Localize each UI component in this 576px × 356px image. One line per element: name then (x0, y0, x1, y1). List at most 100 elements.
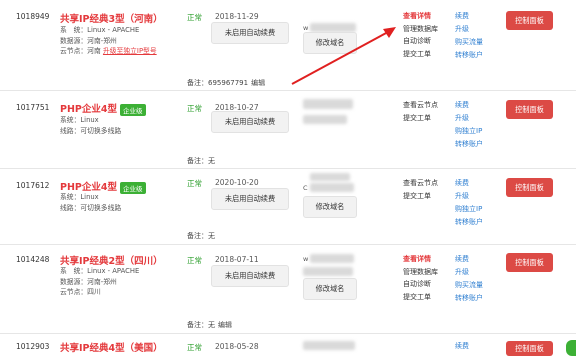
row-id: 1017751 (16, 103, 50, 112)
control-panel-button[interactable]: 控制面板 (506, 11, 553, 30)
expire-date: 2018-11-29 (215, 12, 259, 21)
submit-ticket-link[interactable]: 提交工单 (403, 190, 438, 203)
table-row: 1017751 PHP企业4型 企业级 系统：Linux 线路：可切换多线路 正常… (0, 91, 576, 169)
links-column: 续费 升级 购独立IP 转移账户 (455, 177, 483, 229)
transfer-account-link[interactable]: 转移账户 (455, 49, 483, 62)
links-column: 续费 升级 购买流量 转移账户 (455, 10, 483, 62)
row-id: 1014248 (16, 255, 50, 264)
transfer-account-link[interactable]: 转移账户 (455, 138, 483, 151)
buy-traffic-link[interactable]: 购买流量 (455, 279, 483, 292)
table-row: 1012903 共享IP经典4型（美国） 正常 2018-05-28 续费 控制… (0, 334, 576, 356)
product-info: 系统：Linux 线路：可切换多线路 (60, 115, 121, 136)
note: 备注：无 (187, 232, 215, 240)
manage-db-link[interactable]: 管理数据库 (403, 266, 438, 279)
auto-renew-button[interactable]: 未启用自动续费 (211, 111, 289, 133)
renew-link[interactable]: 续费 (455, 253, 483, 266)
auto-diagnose-link[interactable]: 自动诊断 (403, 278, 438, 291)
status-badge: 正常 (187, 179, 202, 188)
note: 备注：无 (187, 157, 215, 165)
links-column: 续费 升级 购买流量 转移账户 (455, 253, 483, 305)
ops-column: 查看云节点 提交工单 (403, 177, 438, 202)
submit-ticket-link[interactable]: 提交工单 (403, 112, 438, 125)
status-badge: 正常 (187, 104, 202, 113)
view-details-link[interactable]: 查看详情 (403, 253, 438, 266)
auto-renew-button[interactable]: 未启用自动续费 (211, 22, 289, 44)
modify-domain-button[interactable]: 修改域名 (303, 278, 357, 300)
note-value: 无 (208, 157, 215, 165)
ops-column: 查看详情 管理数据库 自动诊断 提交工单 (403, 253, 438, 303)
view-details-link[interactable]: 查看详情 (403, 10, 438, 23)
enterprise-badge: 企业级 (120, 181, 146, 194)
ops-column: 查看云节点 提交工单 (403, 99, 438, 124)
redacted-domain (303, 267, 353, 276)
note-value: 695967791 (208, 79, 249, 87)
renew-link[interactable]: 续费 (455, 177, 483, 190)
view-node-link[interactable]: 查看云节点 (403, 177, 438, 190)
upgrade-link[interactable]: 升级 (455, 23, 483, 36)
product-name[interactable]: 共享IP经典3型（河南） (60, 11, 163, 25)
product-name[interactable]: PHP企业4型 企业级 (60, 101, 146, 116)
product-info: 系 统：Linux - APACHE 数据源：河南-郑州 云节点：河南 升级至独… (60, 25, 157, 57)
control-panel-button[interactable]: 控制面板 (506, 341, 553, 356)
redacted-domain (310, 254, 354, 263)
product-info: 系 统：Linux - APACHE 数据源：河南-郑州 云节点：四川 (60, 266, 139, 298)
manage-db-link[interactable]: 管理数据库 (403, 23, 438, 36)
auto-diagnose-link[interactable]: 自动诊断 (403, 35, 438, 48)
submit-ticket-link[interactable]: 提交工单 (403, 48, 438, 61)
submit-ticket-link[interactable]: 提交工单 (403, 291, 438, 304)
upgrade-link[interactable]: 升级 (455, 266, 483, 279)
auto-renew-button[interactable]: 未启用自动续费 (211, 265, 289, 287)
domain-prefix: w (303, 24, 309, 32)
table-row: 1017612 PHP企业4型 企业级 系统：Linux 线路：可切换多线路 正常… (0, 169, 576, 245)
note-edit-link[interactable]: 编辑 (218, 321, 232, 329)
row-id: 1017612 (16, 181, 50, 190)
auto-renew-button[interactable]: 未启用自动续费 (211, 188, 289, 210)
note-edit-link[interactable]: 编辑 (251, 79, 265, 87)
node-info: 云节点：河南 升级至独立IP型号 (60, 47, 157, 55)
renew-link[interactable]: 续费 (455, 99, 483, 112)
control-panel-button[interactable]: 控制面板 (506, 253, 553, 272)
product-info: 系统：Linux 线路：可切换多线路 (60, 192, 121, 213)
transfer-account-link[interactable]: 转移账户 (455, 292, 483, 305)
floating-help-tab[interactable] (566, 340, 576, 356)
upgrade-ip-link[interactable]: 升级至独立IP型号 (103, 47, 157, 55)
redacted-domain (303, 341, 355, 350)
modify-domain-button[interactable]: 修改域名 (303, 32, 357, 54)
status-badge: 正常 (187, 343, 202, 352)
enterprise-badge: 企业级 (120, 103, 146, 116)
redacted-domain (310, 183, 354, 192)
datasource-info: 数据源：河南-郑州 (60, 277, 117, 286)
expire-date: 2020-10-20 (215, 178, 259, 187)
system-info: 系统：Linux (60, 193, 99, 201)
product-name[interactable]: 共享IP经典2型（四川） (60, 253, 163, 267)
buy-traffic-link[interactable]: 购买流量 (455, 36, 483, 49)
modify-domain-button[interactable]: 修改域名 (303, 196, 357, 218)
system-info: 系 统：Linux - APACHE (60, 26, 140, 34)
control-panel-button[interactable]: 控制面板 (506, 100, 553, 119)
product-name[interactable]: 共享IP经典4型（美国） (60, 340, 163, 354)
redacted-domain (303, 99, 353, 109)
upgrade-link[interactable]: 升级 (455, 112, 483, 125)
redacted-domain (310, 23, 356, 32)
line-info: 线路：可切换多线路 (60, 203, 122, 212)
control-panel-button[interactable]: 控制面板 (506, 178, 553, 197)
node-info: 云节点：四川 (60, 288, 101, 296)
renew-link[interactable]: 续费 (455, 340, 469, 353)
links-column: 续费 升级 购独立IP 转移账户 (455, 99, 483, 151)
datasource-info: 数据源：河南-郑州 (60, 36, 117, 45)
renew-link[interactable]: 续费 (455, 10, 483, 23)
view-node-link[interactable]: 查看云节点 (403, 99, 438, 112)
buy-ip-link[interactable]: 购独立IP (455, 125, 483, 138)
transfer-account-link[interactable]: 转移账户 (455, 216, 483, 229)
expire-date: 2018-07-11 (215, 255, 259, 264)
system-info: 系 统：Linux - APACHE (60, 267, 140, 275)
buy-ip-link[interactable]: 购独立IP (455, 203, 483, 216)
note-value: 无 (208, 321, 215, 329)
note: 备注：无 编辑 (187, 321, 232, 329)
upgrade-link[interactable]: 升级 (455, 190, 483, 203)
redacted-domain (303, 115, 347, 124)
ops-column: 查看详情 管理数据库 自动诊断 提交工单 (403, 10, 438, 60)
row-id: 1012903 (16, 342, 50, 351)
status-badge: 正常 (187, 13, 202, 22)
system-info: 系统：Linux (60, 116, 99, 124)
